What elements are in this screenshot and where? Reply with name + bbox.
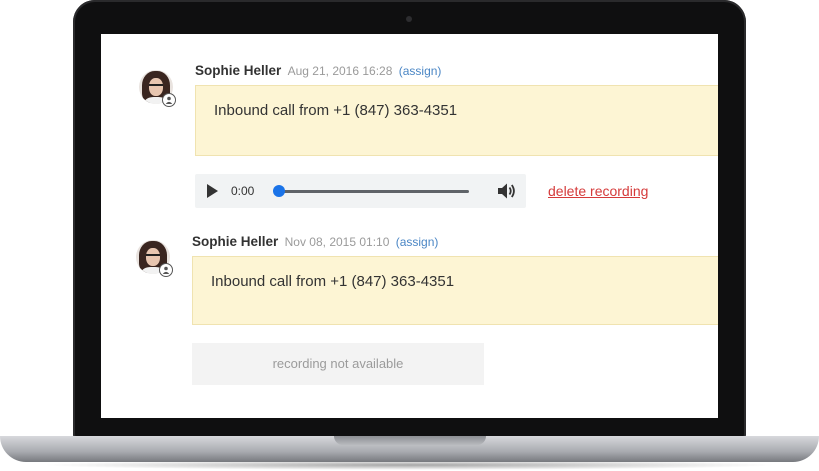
progress-thumb[interactable] xyxy=(273,185,285,197)
assign-link[interactable]: (assign) xyxy=(399,64,442,78)
call-note-text: Inbound call from +1 (847) 363-4351 xyxy=(211,273,455,290)
call-note: Inbound call from +1 (847) 363-4351 xyxy=(195,85,718,156)
entry-date: Nov 08, 2015 01:10 xyxy=(284,235,390,249)
playback-time: 0:00 xyxy=(231,184,255,198)
entry-date: Aug 21, 2016 16:28 xyxy=(287,64,393,78)
author-name: Sophie Heller xyxy=(192,234,279,249)
play-icon[interactable] xyxy=(207,184,218,198)
person-icon xyxy=(162,93,176,107)
call-note-text: Inbound call from +1 (847) 363-4351 xyxy=(214,102,458,119)
entry-meta: Sophie Heller Aug 21, 2016 16:28 (assign… xyxy=(195,63,441,78)
author-name: Sophie Heller xyxy=(195,63,282,78)
recording-unavailable: recording not available xyxy=(192,343,484,385)
person-icon xyxy=(159,263,173,277)
progress-track[interactable] xyxy=(276,190,469,193)
audio-player: 0:00 xyxy=(195,174,526,208)
entry-meta: Sophie Heller Nov 08, 2015 01:10 (assign… xyxy=(192,234,438,249)
app-screen: Sophie Heller Aug 21, 2016 16:28 (assign… xyxy=(101,34,718,418)
delete-recording-link[interactable]: delete recording xyxy=(548,183,648,199)
call-note: Inbound call from +1 (847) 363-4351 xyxy=(192,256,718,325)
volume-icon[interactable] xyxy=(497,182,517,205)
laptop-base-notch xyxy=(334,436,486,445)
assign-link[interactable]: (assign) xyxy=(396,235,439,249)
laptop-camera xyxy=(406,16,412,22)
